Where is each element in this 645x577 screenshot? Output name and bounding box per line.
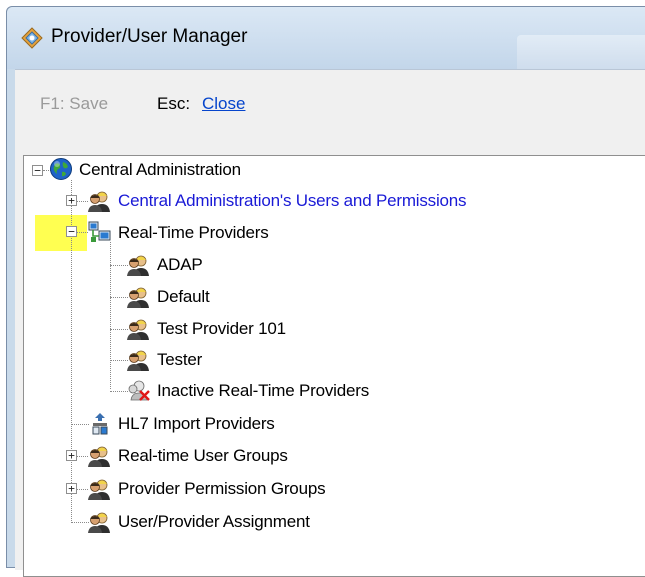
tree-item-inactive[interactable]: Inactive Real-Time Providers [157,381,369,401]
tree-line [71,424,89,425]
tree-line [76,232,88,233]
network-computers-icon [88,221,111,242]
tree-root-label[interactable]: Central Administration [79,160,241,180]
users-icon [127,287,149,308]
tree-line [76,201,88,202]
esc-key-label: Esc: [157,94,191,113]
tree-item-default[interactable]: Default [157,287,210,307]
tree-item-permission-groups[interactable]: Provider Permission Groups [118,479,326,499]
tree-line [110,360,128,361]
users-icon [88,479,110,500]
highlight-marker [35,215,87,251]
content-area: F1: Save Esc: Close − Central Administra… [15,69,645,577]
tree-item-realtime-providers[interactable]: Real-Time Providers [118,223,269,243]
collapse-toggle[interactable]: − [66,226,77,237]
window-title: Provider/User Manager [51,26,248,47]
users-icon [127,350,149,371]
tree-line [110,297,128,298]
provider-user-manager-window: Provider/User Manager F1: Save Esc: Clos… [6,6,645,577]
users-icon [127,255,149,276]
users-icon [88,191,110,212]
users-icon [88,512,110,533]
tree-item-hl7[interactable]: HL7 Import Providers [118,414,275,434]
expand-toggle[interactable]: + [66,483,77,494]
tree-item-tester[interactable]: Tester [157,350,202,370]
tree-line [110,265,128,266]
close-link[interactable]: Close [202,94,245,114]
inactive-users-icon [128,380,150,401]
tree-line [71,522,89,523]
tree-line [76,489,88,490]
collapse-root-toggle[interactable]: − [32,165,43,176]
title-bar-glass [517,35,645,69]
users-icon [127,319,149,340]
tree-item-assignment[interactable]: User/Provider Assignment [118,512,310,532]
tree-item-adap[interactable]: ADAP [157,255,203,275]
save-button[interactable]: F1: Save [40,94,108,114]
tree-line [110,329,128,330]
app-diamond-icon [21,27,43,49]
users-icon [88,446,110,467]
tree-item-test-provider[interactable]: Test Provider 101 [157,319,286,339]
globe-icon [50,158,72,180]
tree-line [76,456,88,457]
title-bar[interactable]: Provider/User Manager [7,7,645,69]
tree-item-users-permissions[interactable]: Central Administration's Users and Permi… [118,191,467,211]
import-icon [92,413,108,435]
tree-item-realtime-user-groups[interactable]: Real-time User Groups [118,446,288,466]
expand-toggle[interactable]: + [66,195,77,206]
tree-line [110,391,128,392]
provider-tree[interactable]: − Central Administration + Central Admin… [23,155,645,577]
expand-toggle[interactable]: + [66,450,77,461]
